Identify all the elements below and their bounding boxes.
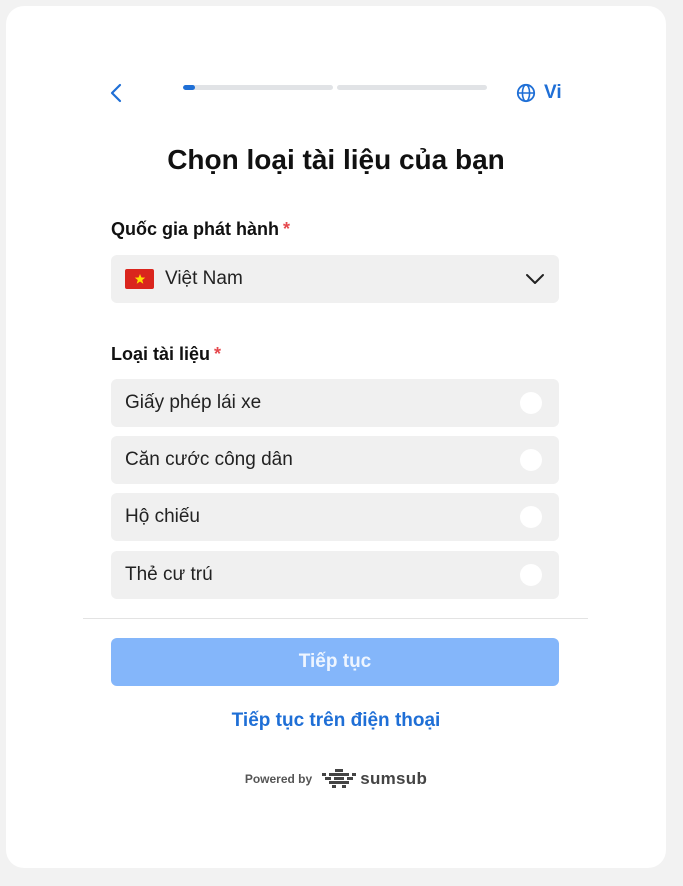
option-label: Căn cước công dân	[125, 449, 293, 470]
country-label-text: Quốc gia phát hành	[111, 219, 280, 239]
option-id-card[interactable]: Căn cước công dân	[111, 436, 559, 484]
radio-button[interactable]	[520, 564, 542, 586]
document-type-label: Loại tài liệu *	[111, 344, 221, 365]
chevron-left-icon	[110, 83, 122, 103]
option-passport[interactable]: Hộ chiếu	[111, 493, 559, 541]
radio-button[interactable]	[520, 506, 542, 528]
progress-fill-1	[183, 85, 195, 90]
sumsub-wordmark: sumsub	[360, 769, 428, 788]
country-select[interactable]: Việt Nam	[111, 255, 559, 303]
powered-by-footer: Powered by sumsub	[6, 768, 666, 790]
required-asterisk: *	[283, 219, 291, 239]
continue-button[interactable]: Tiếp tục	[111, 638, 559, 686]
language-selector[interactable]: Vi	[516, 79, 562, 107]
progress-segment-1	[183, 85, 333, 90]
option-label: Hộ chiếu	[125, 506, 200, 527]
back-button[interactable]	[106, 78, 126, 108]
sumsub-logo-icon	[322, 769, 357, 788]
country-label: Quốc gia phát hành *	[111, 219, 290, 240]
vietnam-flag-icon	[125, 269, 154, 289]
option-label: Giấy phép lái xe	[125, 392, 262, 413]
language-label: Vi	[544, 82, 562, 103]
required-asterisk: *	[214, 344, 222, 364]
option-residence-permit[interactable]: Thẻ cư trú	[111, 551, 559, 599]
sumsub-brand[interactable]: sumsub	[322, 768, 427, 790]
progress-bar	[183, 85, 487, 90]
radio-button[interactable]	[520, 449, 542, 471]
continue-on-phone-link[interactable]: Tiếp tục trên điện thoại	[6, 710, 666, 732]
powered-by-text: Powered by	[244, 772, 313, 786]
document-type-label-text: Loại tài liệu	[111, 344, 211, 364]
globe-icon	[516, 83, 536, 103]
verification-card: Vi Chọn loại tài liệu của bạn Quốc gia p…	[6, 6, 666, 868]
top-bar: Vi	[6, 6, 666, 166]
progress-segment-2	[337, 85, 487, 90]
divider	[83, 618, 588, 619]
flag-star-icon	[134, 274, 145, 284]
page-title: Chọn loại tài liệu của bạn	[167, 144, 505, 175]
radio-button[interactable]	[520, 392, 542, 414]
chevron-down-icon	[526, 274, 544, 284]
option-label: Thẻ cư trú	[125, 564, 213, 585]
option-drivers-license[interactable]: Giấy phép lái xe	[111, 379, 559, 427]
country-value: Việt Nam	[165, 268, 243, 289]
